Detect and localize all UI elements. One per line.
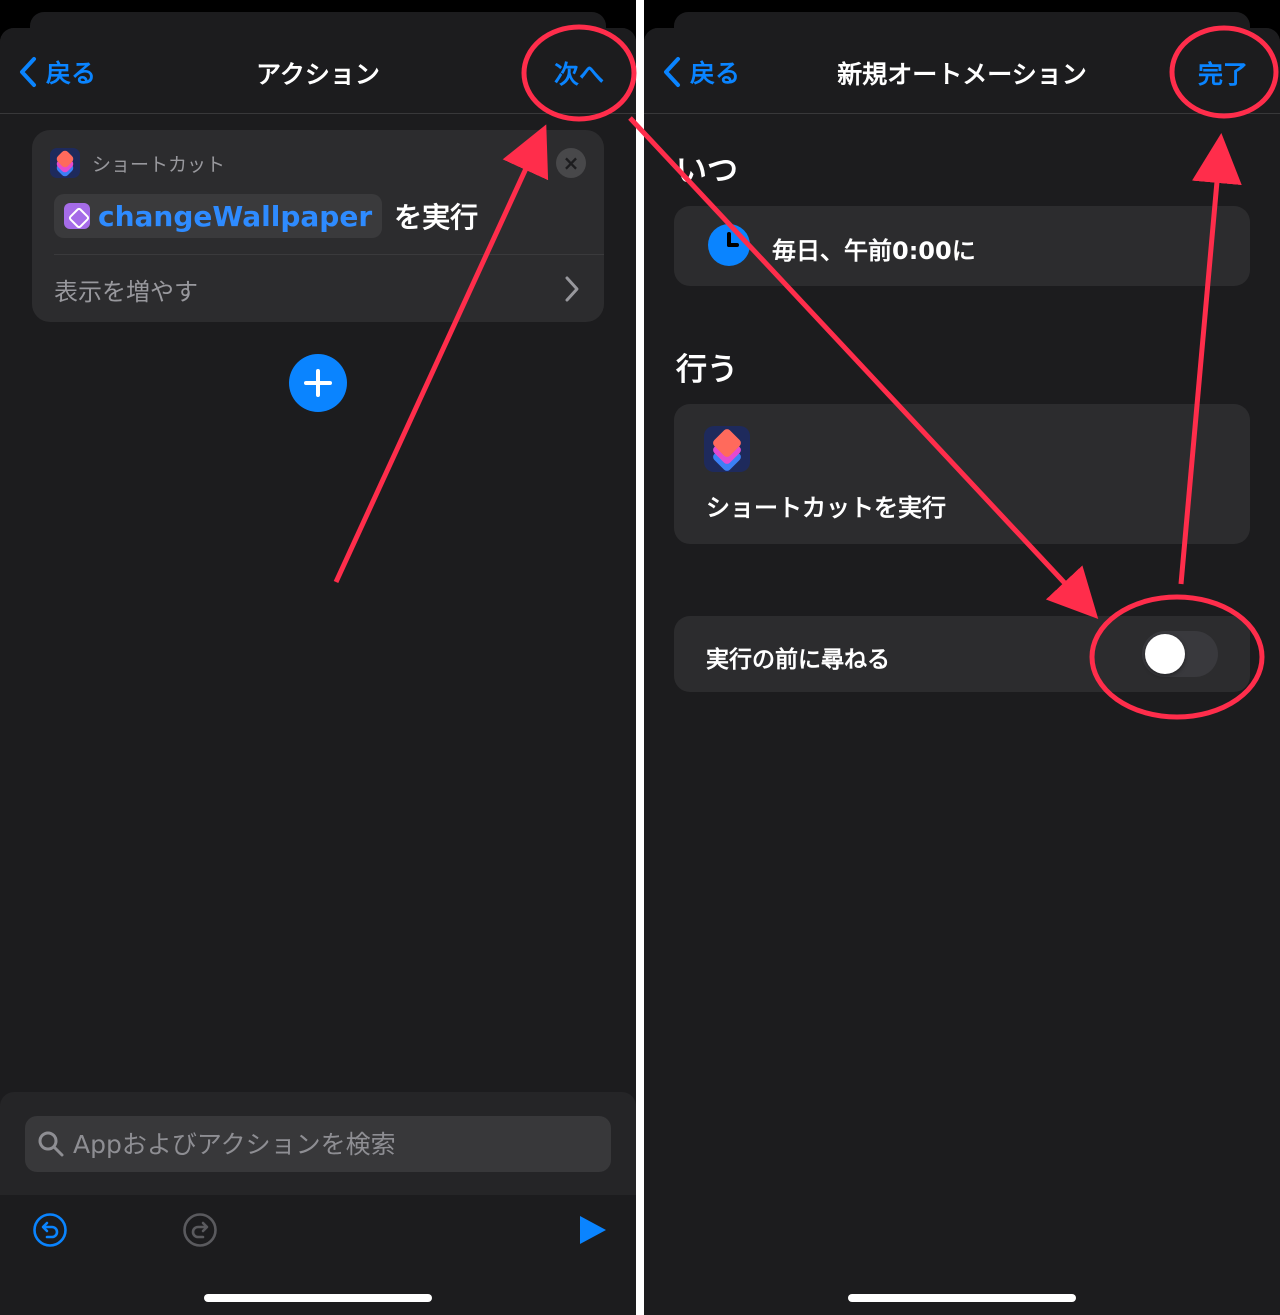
next-button[interactable]: 次へ <box>554 55 604 91</box>
ask-before-running-row: 実行の前に尋ねる <box>674 616 1250 692</box>
shortcut-parameter-token[interactable]: changeWallpaper <box>54 194 383 238</box>
action-row[interactable]: ショートカットを実行 <box>674 404 1250 544</box>
card-header: ショートカット <box>50 148 225 178</box>
play-icon[interactable] <box>574 1212 610 1248</box>
ask-before-running-label: 実行の前に尋ねる <box>706 647 890 673</box>
action-card: ショートカット × changeWallpaper を実行 表示を増やす <box>32 130 604 322</box>
clock-icon <box>708 224 750 266</box>
ask-before-running-toggle[interactable] <box>1142 631 1218 677</box>
right-screen: 戻る 新規オートメーション 完了 いつ 毎日、午前0:00に 行う ショートカッ… <box>644 0 1280 1315</box>
nav-bar: 戻る 新規オートメーション 完了 <box>644 28 1280 114</box>
add-action-button[interactable] <box>289 354 347 412</box>
shortcut-name: changeWallpaper <box>98 199 373 233</box>
action-summary: changeWallpaper を実行 <box>54 194 478 238</box>
trigger-text: 毎日、午前0:00に <box>772 237 976 265</box>
page-title: 新規オートメーション <box>837 60 1087 89</box>
search-input[interactable] <box>73 1129 553 1159</box>
search-icon <box>38 1131 64 1157</box>
do-heading: 行う <box>676 352 738 388</box>
app-label: ショートカット <box>92 153 226 176</box>
done-button[interactable]: 完了 <box>1198 55 1248 91</box>
remove-action-button[interactable]: × <box>556 148 586 178</box>
action-text: ショートカットを実行 <box>706 494 946 522</box>
undo-icon[interactable] <box>32 1212 68 1248</box>
editor-toolbar <box>0 1195 636 1315</box>
when-heading: いつ <box>676 153 738 189</box>
nav-bar: 戻る アクション 次へ <box>0 28 636 114</box>
show-more-row[interactable]: 表示を増やす <box>54 256 580 322</box>
show-more-label: 表示を増やす <box>54 277 198 306</box>
card-divider <box>54 254 604 255</box>
search-field <box>25 1116 611 1172</box>
shortcuts-app-icon <box>50 148 80 178</box>
trigger-row[interactable]: 毎日、午前0:00に <box>674 206 1250 286</box>
screen-divider <box>636 0 644 1315</box>
shortcuts-app-icon <box>704 426 750 472</box>
shortcut-token-icon <box>64 203 90 229</box>
search-area <box>0 1092 636 1195</box>
plus-icon <box>304 369 332 397</box>
page-title: アクション <box>256 60 380 89</box>
chevron-right-icon <box>565 276 579 302</box>
run-suffix: を実行 <box>394 201 479 234</box>
redo-icon[interactable] <box>182 1212 218 1248</box>
home-indicator <box>204 1294 432 1302</box>
home-indicator <box>848 1294 1076 1302</box>
left-screen: 戻る アクション 次へ ショートカット × changeWallpaper を実… <box>0 0 636 1315</box>
